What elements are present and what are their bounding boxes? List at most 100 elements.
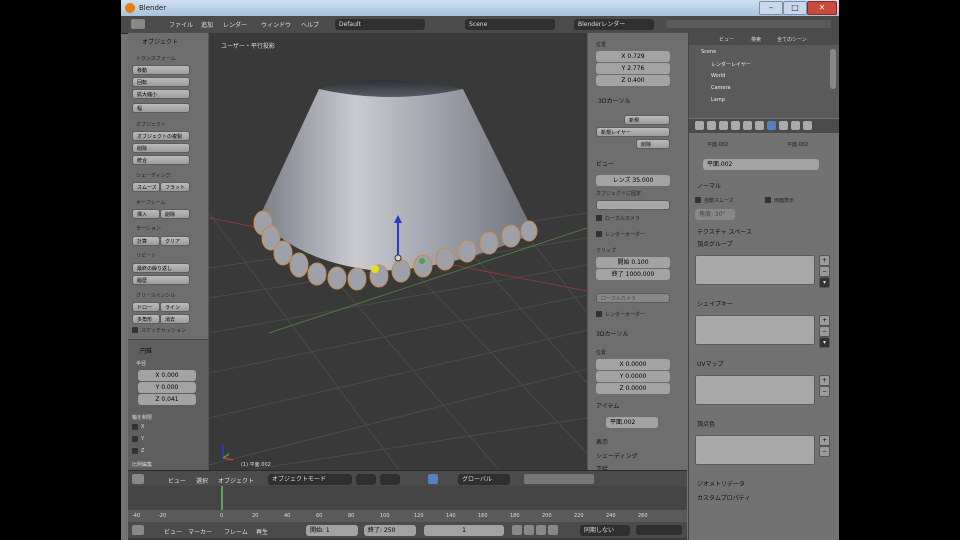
render-engine-selector[interactable]: Blenderレンダー [574,19,654,30]
shape-keys-list[interactable] [695,315,815,345]
display-panel-header[interactable]: 表示 [596,437,608,446]
timeline[interactable]: -40 -20 0 20 40 60 80 100 120 140 160 18… [128,486,687,540]
repeat-last-button[interactable]: 最終の繰り返し [132,263,190,273]
pivot-selector[interactable] [380,474,400,485]
item-panel-header[interactable]: アイテム [596,401,619,410]
loc-x-field[interactable]: X 0.729 [596,51,670,62]
mesh-name-field[interactable]: 平面.002 [703,159,819,170]
object-header[interactable]: オブジェクト [136,121,166,128]
width-button[interactable]: 幅 [132,103,190,113]
erase-button[interactable]: 消去 [160,314,190,324]
texspace-header[interactable]: テクスチャ スペース [697,227,752,236]
shading-selector[interactable] [356,474,376,485]
outliner-item-renderlayers[interactable]: レンダーレイヤー [711,61,751,68]
shading-panel-header[interactable]: シェーディング [596,451,638,460]
jump-start-button[interactable] [512,525,522,535]
normals-header[interactable]: ノーマル [697,181,721,190]
outliner-item-lamp[interactable]: Lamp [711,97,725,103]
op-value-x[interactable]: X 0.000 [138,370,196,381]
outliner[interactable]: ビュー 検索 全てのシーン Scene レンダーレイヤー World Camer… [689,33,839,118]
layer-field[interactable]: 新規レイヤー [596,127,670,137]
lens-field[interactable]: レンズ 35.000 [596,175,670,186]
uvmap-add-button[interactable]: + [819,375,830,386]
3d-viewport[interactable]: ユーザー・平行投影 (1) 平面.002 [209,33,587,470]
outliner-item-camera[interactable]: Camera [711,85,731,91]
outliner-tab-scenes[interactable]: 全てのシーン [777,36,807,43]
keyframe-header[interactable]: キーフレーム [136,199,166,206]
op-value-z[interactable]: Z 0.041 [138,394,196,405]
op-value-y[interactable]: Y 0.000 [138,382,196,393]
repeat-header[interactable]: リピート [136,252,156,259]
grease-panel-header[interactable]: 3Dカーソル [598,96,630,105]
vcolor-remove-button[interactable]: − [819,446,830,457]
delete-layer-button[interactable]: 削除 [636,139,670,149]
lock-cursor-checkbox[interactable] [596,215,602,221]
item-name-field[interactable]: 平面.002 [606,417,658,428]
grease-pencil-header[interactable]: グリースペンシル [136,292,175,299]
texture-tab-icon[interactable] [791,121,800,130]
shape-keys-header[interactable]: シェイプキー [697,299,733,308]
cursor-x-field[interactable]: X 0.0000 [596,359,670,370]
shapekey-remove-button[interactable]: − [819,326,830,337]
orientation-selector[interactable]: グローバル [458,474,510,485]
axis-y-checkbox[interactable] [132,436,138,442]
screen-layout-selector[interactable]: Default [335,19,425,30]
render-tab-icon[interactable] [695,121,704,130]
minimize-button[interactable]: – [759,1,783,15]
outliner-scrollbar[interactable] [830,49,836,89]
tl-menu-playback[interactable]: 再生 [256,527,268,536]
tl-menu-marker[interactable]: マーカー [188,527,212,536]
close-button[interactable]: ✕ [807,1,837,15]
scene-selector[interactable]: Scene [465,19,555,30]
new-layer-button[interactable]: 新規 [624,115,670,125]
vertex-colors-header[interactable]: 頂点色 [697,419,715,428]
custom-properties-header[interactable]: カスタムプロパティ [697,493,750,502]
auto-smooth-checkbox[interactable] [695,197,701,203]
vertex-colors-list[interactable] [695,435,815,465]
join-button[interactable]: 統合 [132,155,190,165]
start-frame-field[interactable]: 開始: 1 [306,525,358,536]
line-button[interactable]: ライン [160,302,190,312]
transform-header[interactable]: トランスフォーム [136,55,176,62]
smooth-button[interactable]: スムーズ [132,182,160,192]
vgroup-menu-button[interactable]: ▾ [819,277,830,288]
cursor-panel-header[interactable]: 3Dカーソル [596,329,628,338]
shading-header[interactable]: シェーディング [136,172,171,179]
vgroup-add-button[interactable]: + [819,255,830,266]
material-tab-icon[interactable] [779,121,788,130]
loc-z-field[interactable]: Z 0.400 [596,75,670,86]
delete-button[interactable]: 削除 [132,143,190,153]
uv-maps-header[interactable]: UVマップ [697,359,724,368]
mode-selector[interactable]: オブジェクトモード [268,474,352,485]
history-button[interactable]: 履歴 [132,275,190,285]
viewport-canvas[interactable] [209,33,587,470]
menu-help[interactable]: ヘルプ [301,20,319,29]
geometry-data-header[interactable]: ジオメトリデータ [697,479,745,488]
jump-end-button[interactable] [548,525,558,535]
vertex-groups-list[interactable] [695,255,815,285]
manipulator-toggle[interactable] [428,474,438,484]
vertex-groups-header[interactable]: 頂点グループ [697,239,733,248]
outliner-tab-search[interactable]: 検索 [751,36,761,43]
tl-menu-frame[interactable]: フレーム [224,527,248,536]
lock-object-field[interactable] [596,200,670,210]
outliner-item-world[interactable]: World [711,73,725,79]
end-frame-field[interactable]: 終了: 250 [364,525,416,536]
loc-y-field[interactable]: Y 2.776 [596,63,670,74]
keying-set-selector[interactable] [636,525,682,535]
sync-mode-selector[interactable]: 同期しない [580,525,630,536]
vp-menu-select[interactable]: 選択 [196,476,208,485]
view3d-editor-icon[interactable] [132,474,144,484]
uvmap-remove-button[interactable]: − [819,386,830,397]
operator-title[interactable]: 円錐 [140,346,152,355]
scale-button[interactable]: 拡大縮小 [132,89,190,99]
current-frame-marker[interactable] [221,486,223,510]
clip-start-field[interactable]: 開始 0.100 [596,257,670,268]
double-sided-checkbox[interactable] [765,197,771,203]
menu-window[interactable]: ウィンドウ [261,20,291,29]
rotate-button[interactable]: 回転 [132,77,190,87]
maximize-button[interactable]: □ [783,1,807,15]
play-button[interactable] [536,525,546,535]
layers-widget[interactable] [524,474,594,484]
object-tab-icon[interactable] [731,121,740,130]
